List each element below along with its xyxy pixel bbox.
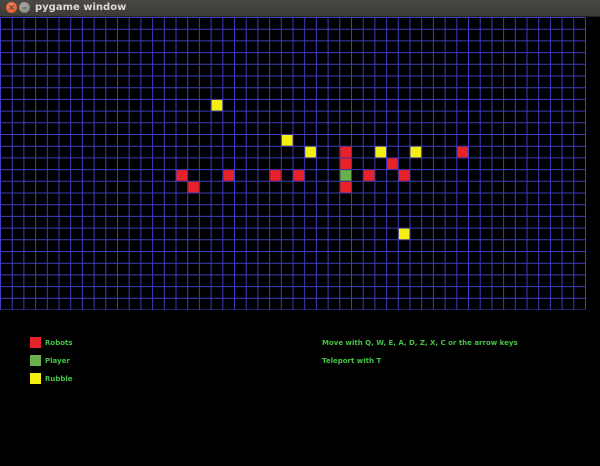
teleport-instructions: Teleport with T bbox=[322, 357, 382, 365]
rubble-cell bbox=[281, 135, 293, 146]
robot-cell bbox=[363, 170, 375, 181]
robot-cell bbox=[340, 146, 351, 158]
robot-legend-swatch bbox=[30, 337, 41, 348]
rubble-legend-label: Rubble bbox=[45, 375, 73, 383]
minimize-button[interactable]: – bbox=[19, 2, 30, 13]
close-icon: × bbox=[8, 3, 15, 12]
player-legend-swatch bbox=[30, 355, 41, 366]
rubble-cell bbox=[398, 228, 410, 240]
rubble-legend-swatch bbox=[30, 373, 41, 384]
close-button[interactable]: × bbox=[6, 2, 17, 13]
rubble-cell bbox=[375, 146, 387, 158]
robot-cell bbox=[398, 170, 410, 181]
robot-cell bbox=[223, 170, 234, 181]
player-legend-label: Player bbox=[45, 357, 70, 365]
robot-cell bbox=[176, 170, 188, 181]
robot-cell bbox=[457, 146, 468, 158]
move-instructions: Move with Q, W, E, A, D, Z, X, C or the … bbox=[322, 339, 518, 347]
robot-cell bbox=[270, 170, 281, 181]
grid-lines bbox=[0, 17, 586, 310]
robot-cell bbox=[293, 170, 305, 181]
robot-cell bbox=[340, 181, 351, 193]
title-bar: × – pygame window bbox=[0, 0, 600, 17]
robot-cell bbox=[387, 158, 398, 170]
window-title: pygame window bbox=[35, 2, 127, 13]
player-cell bbox=[340, 170, 351, 181]
rubble-cell bbox=[305, 146, 316, 158]
rubble-cell bbox=[410, 146, 422, 158]
robot-cell bbox=[188, 181, 199, 193]
game-board bbox=[0, 17, 586, 310]
robot-cell bbox=[340, 158, 351, 170]
rubble-cell bbox=[211, 99, 223, 111]
robot-legend-label: Robots bbox=[45, 339, 73, 347]
minimize-icon: – bbox=[22, 3, 27, 12]
